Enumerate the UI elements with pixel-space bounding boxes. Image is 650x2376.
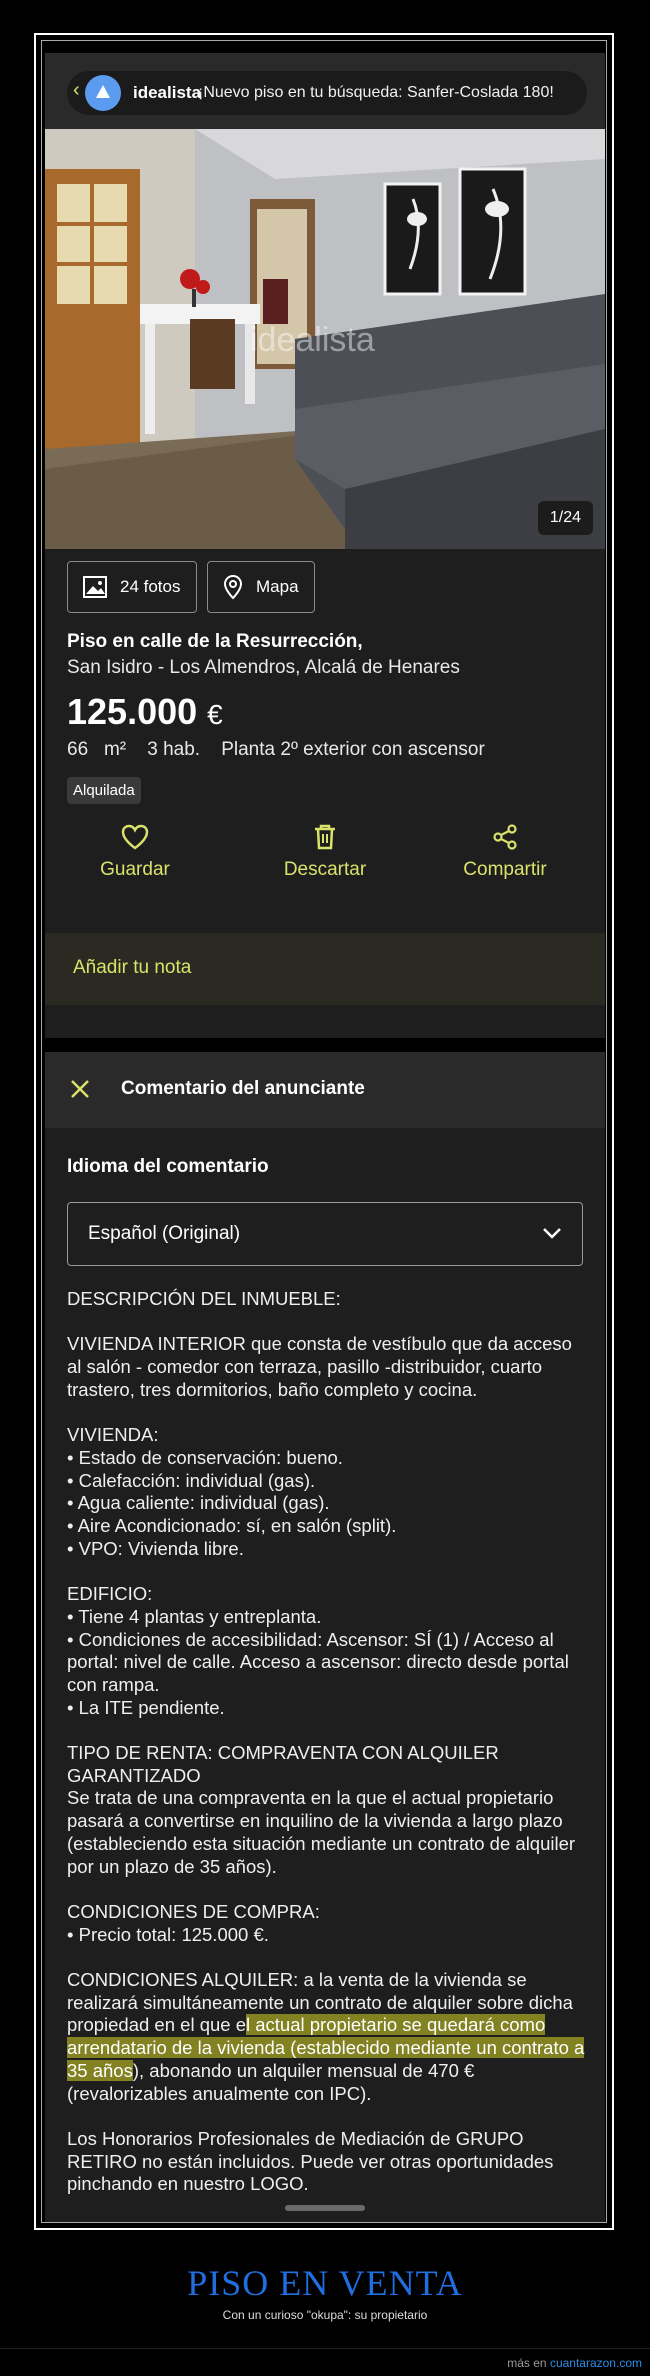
desc-line: • Condiciones de accesibilidad: Ascensor… [67, 1628, 569, 1695]
desc-line: TIPO DE RENTA: COMPRAVENTA CON ALQUILER … [67, 1742, 499, 1786]
listing-price: 125.000 € [67, 691, 223, 733]
desc-line: • VPO: Vivienda libre. [67, 1537, 244, 1559]
notification-brand: idealista [133, 83, 202, 102]
notification-text: ¡Nuevo piso en tu búsqueda: Sanfer-Cosla… [198, 84, 554, 101]
desc-line: • Calefacción: individual (gas). [67, 1469, 316, 1491]
save-label: Guardar [100, 859, 170, 880]
photo-counter: 1/24 [537, 501, 593, 535]
photos-button[interactable]: 24 fotos [67, 561, 197, 613]
listing-title: Piso en calle de la Resurrección, [67, 631, 363, 652]
listing-specs: 66 m² 3 hab. Planta 2º exterior con asce… [67, 739, 485, 761]
footer-divider [0, 2348, 650, 2349]
add-note-button[interactable]: Añadir tu nota [45, 933, 605, 1005]
scroll-handle[interactable] [285, 2205, 365, 2211]
idealista-logo-icon [85, 75, 121, 111]
share-label: Compartir [463, 859, 547, 880]
photo-watermark: idealista [250, 321, 375, 359]
desc-line: VIVIENDA: [67, 1424, 159, 1446]
notification-bar[interactable]: ‹ idealista ¡Nuevo piso en tu búsqueda: … [45, 53, 605, 129]
status-badge: Alquilada [67, 777, 141, 804]
desc-line: DESCRIPCIÓN DEL INMUEBLE: [67, 1288, 341, 1309]
footer: más en cuantarazon.com [507, 2356, 642, 2370]
close-icon[interactable] [69, 1078, 91, 1100]
add-note-label: Añadir tu nota [73, 957, 192, 978]
desc-line: • Aire Acondicionado: sí, en salón (spli… [67, 1515, 397, 1536]
desc-line: CONDICIONES ALQUILER: a la venta de la v… [67, 1969, 587, 2105]
heart-icon [121, 824, 149, 850]
desc-line: • Precio total: 125.000 €. [67, 1923, 269, 1945]
price-value: 125.000 [67, 691, 198, 732]
area-value: 66 [67, 739, 89, 760]
comment-card: Comentario del anunciante Idioma del com… [45, 1052, 605, 2222]
comment-body: DESCRIPCIÓN DEL INMUEBLE: VIVIENDA INTER… [67, 1288, 587, 2196]
share-button[interactable]: Compartir [415, 823, 595, 881]
language-select-value: Español (Original) [88, 1223, 241, 1244]
caption-title: PISO EN VENTA [187, 2263, 463, 2303]
map-button-label: Mapa [256, 577, 299, 596]
language-label: Idioma del comentario [67, 1156, 269, 1177]
listing-photo[interactable]: idealista 1/24 [45, 129, 605, 549]
map-pin-icon [223, 574, 243, 600]
share-icon [493, 824, 517, 850]
comment-header-title: Comentario del anunciante [121, 1078, 365, 1099]
listing-address: San Isidro - Los Almendros, Alcalá de He… [67, 657, 460, 678]
desc-line: • Tiene 4 plantas y entreplanta. [67, 1605, 322, 1627]
desc-line: Se trata de una compraventa en la que el… [67, 1787, 576, 1877]
save-button[interactable]: Guardar [45, 823, 225, 881]
chevron-down-icon [543, 1228, 561, 1239]
rooms: 3 hab. [147, 739, 201, 760]
desc-line: • Agua caliente: individual (gas). [67, 1492, 330, 1514]
map-button[interactable]: Mapa [207, 561, 315, 613]
desc-line: • Estado de conservación: bueno. [67, 1446, 343, 1468]
floor-info: Planta 2º exterior con ascensor [221, 739, 485, 760]
desc-line: EDIFICIO: [67, 1583, 153, 1605]
footer-link[interactable]: cuantarazon.com [550, 2356, 642, 2370]
photos-button-label: 24 fotos [120, 577, 181, 596]
footer-prefix: más en [507, 2356, 547, 2370]
discard-button[interactable]: Descartar [235, 823, 415, 881]
price-currency: € [207, 699, 223, 730]
desc-line: VIVIENDA INTERIOR que consta de vestíbul… [67, 1333, 572, 1400]
area-unit: m² [103, 739, 127, 760]
chevron-left-icon[interactable]: ‹ [73, 79, 85, 101]
image-icon [83, 576, 107, 598]
language-select[interactable]: Español (Original) [67, 1202, 583, 1266]
comment-header: Comentario del anunciante [45, 1052, 605, 1128]
discard-label: Descartar [283, 859, 367, 880]
listing-card: ‹ idealista ¡Nuevo piso en tu búsqueda: … [45, 53, 605, 1038]
trash-icon [315, 824, 335, 850]
desc-line: Los Honorarios Profesionales de Mediació… [67, 2127, 554, 2195]
caption-subtitle: Con un curioso "okupa": su propietario [222, 2308, 428, 2322]
desc-line: CONDICIONES DE COMPRA: [67, 1900, 320, 1922]
desc-line: • La ITE pendiente. [67, 1696, 225, 1718]
